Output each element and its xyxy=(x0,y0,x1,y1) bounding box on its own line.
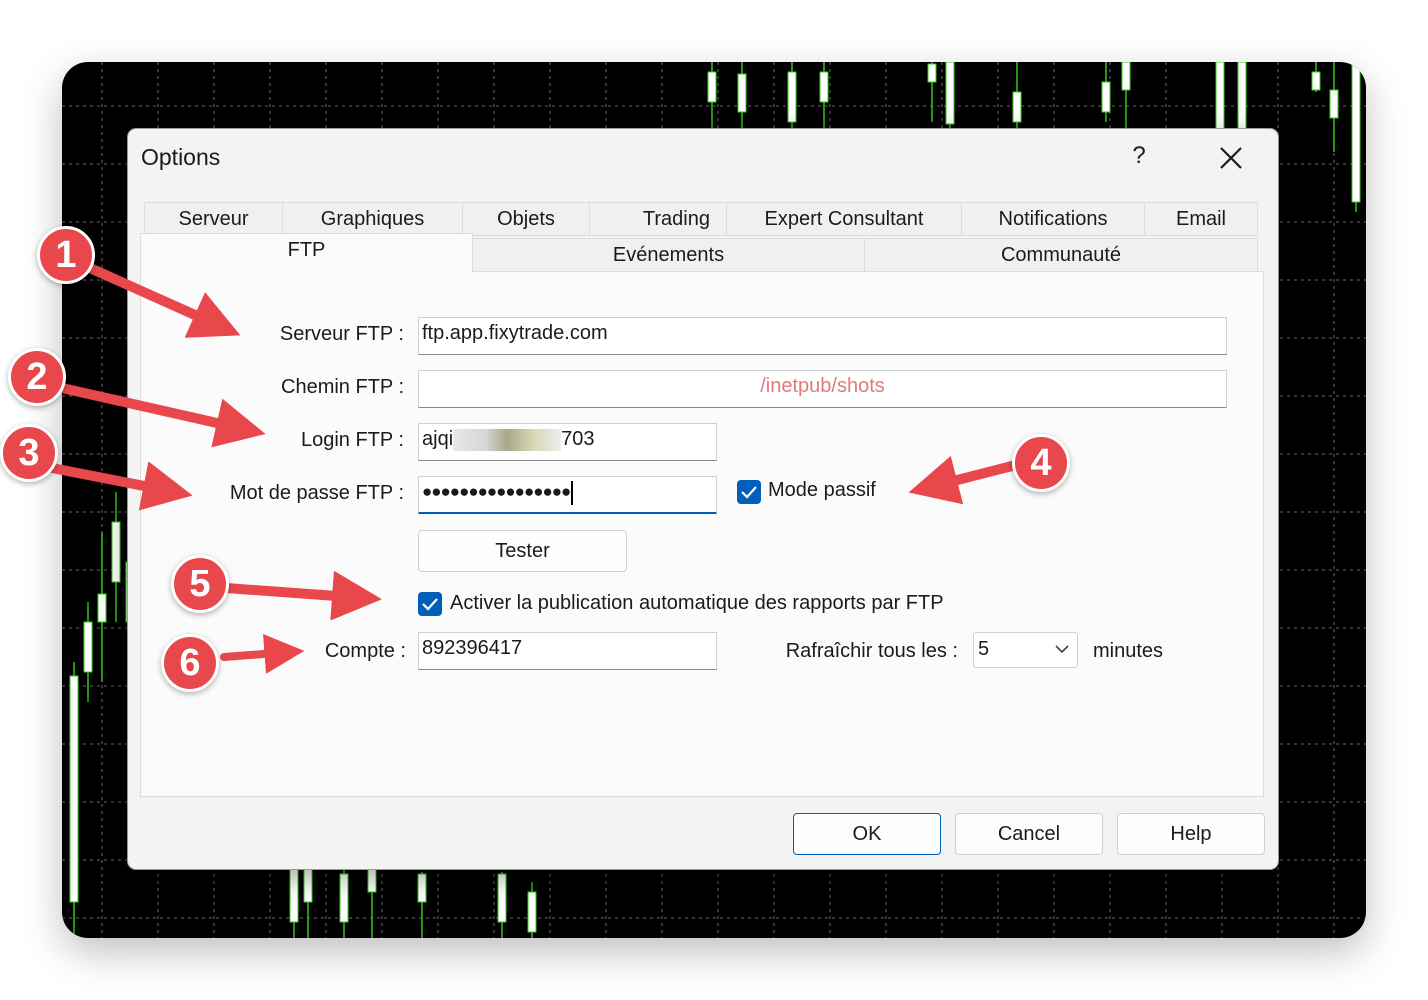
account-input[interactable]: 892396417 xyxy=(418,632,717,670)
tab-objets[interactable]: Objets xyxy=(462,202,590,236)
annotation-badge-5: 5 xyxy=(171,555,229,613)
test-button[interactable]: Tester xyxy=(418,530,627,572)
tab-notifications[interactable]: Notifications xyxy=(961,202,1145,236)
checkmark-icon xyxy=(741,486,757,499)
help-button[interactable]: Help xyxy=(1117,813,1265,855)
cancel-button[interactable]: Cancel xyxy=(955,813,1103,855)
checkmark-icon xyxy=(422,598,438,611)
annotation-badge-2: 2 xyxy=(8,348,66,406)
help-icon[interactable]: ? xyxy=(1128,139,1150,173)
ok-button[interactable]: OK xyxy=(793,813,941,855)
server-ftp-label: Serveur FTP : xyxy=(279,323,404,345)
tab-graphiques[interactable]: Graphiques xyxy=(282,202,463,236)
path-ftp-input[interactable]: /inetpub/shots xyxy=(418,370,1227,408)
annotation-badge-1: 1 xyxy=(37,226,95,284)
login-prefix: ajqi xyxy=(422,428,454,450)
tab-trading[interactable]: Trading xyxy=(589,202,727,236)
passive-mode-label[interactable]: Mode passif xyxy=(768,479,876,502)
password-value: ●●●●●●●●●●●●●●●● xyxy=(422,482,571,501)
login-ftp-label: Login FTP : xyxy=(300,429,404,451)
passive-mode-checkbox[interactable] xyxy=(737,480,761,504)
tab-communaute[interactable]: Communauté xyxy=(864,238,1258,272)
tab-evenements[interactable]: Evénements xyxy=(472,238,865,272)
server-ftp-input[interactable]: ftp.app.fixytrade.com xyxy=(418,317,1227,355)
password-ftp-label: Mot de passe FTP : xyxy=(229,482,404,504)
refresh-label: Rafraîchir tous les : xyxy=(785,640,958,662)
refresh-unit-label: minutes xyxy=(1093,640,1164,662)
path-ftp-label: Chemin FTP : xyxy=(281,376,404,398)
annotation-badge-3: 3 xyxy=(0,424,58,482)
autopublish-checkbox[interactable] xyxy=(418,592,442,616)
login-ftp-input[interactable]: ajqi 703 xyxy=(418,423,717,461)
close-icon[interactable] xyxy=(1214,141,1248,175)
options-dialog: Options ? Serveur Graphiques Objets Trad… xyxy=(127,128,1279,870)
account-label: Compte : xyxy=(324,640,406,662)
annotation-badge-6: 6 xyxy=(161,634,219,692)
refresh-interval-select[interactable]: 5 xyxy=(973,632,1078,668)
tab-ftp[interactable]: FTP xyxy=(140,233,473,273)
tab-email[interactable]: Email xyxy=(1144,202,1258,236)
refresh-interval-value: 5 xyxy=(978,638,990,660)
tab-expert-consultant[interactable]: Expert Consultant xyxy=(726,202,962,236)
dialog-title: Options xyxy=(141,144,221,170)
login-suffix: 703 xyxy=(561,428,595,450)
tab-serveur[interactable]: Serveur xyxy=(144,202,283,236)
annotation-badge-4: 4 xyxy=(1012,434,1070,492)
redacted-login xyxy=(453,428,562,451)
text-caret xyxy=(571,480,574,505)
password-ftp-input[interactable]: ●●●●●●●●●●●●●●●● xyxy=(418,476,717,514)
autopublish-label[interactable]: Activer la publication automatique des r… xyxy=(450,592,944,615)
chevron-down-icon xyxy=(1055,645,1069,654)
